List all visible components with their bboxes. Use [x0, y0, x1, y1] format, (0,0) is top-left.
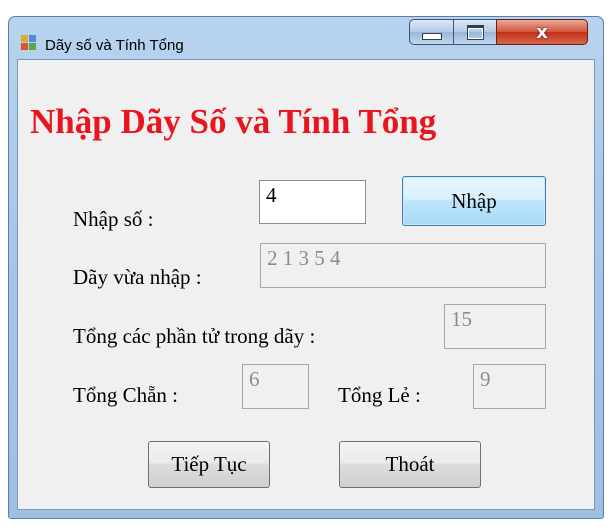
- total-label: Tổng các phần tử trong dãy :: [73, 324, 316, 348]
- form-heading: Nhập Dãy Số và Tính Tổng: [30, 102, 437, 141]
- minimize-icon: [421, 33, 442, 40]
- even-sum-field[interactable]: 6: [242, 364, 309, 409]
- sequence-label: Dãy vừa nhập :: [73, 265, 202, 289]
- minimize-button[interactable]: [409, 19, 454, 45]
- window-title: Dãy số và Tính Tổng: [45, 37, 184, 54]
- app-window: Dãy số và Tính Tổng x Nhập Dãy Số và Tín…: [8, 16, 604, 519]
- odd-label: Tổng Lẻ :: [338, 383, 421, 407]
- maximize-icon: [466, 24, 484, 40]
- sequence-field[interactable]: 2 1 3 5 4: [260, 243, 546, 288]
- maximize-button[interactable]: [453, 19, 497, 45]
- form-client-area: Nhập Dãy Số và Tính Tổng Nhập số : 4 Nhậ…: [17, 59, 595, 510]
- input-label: Nhập số :: [73, 207, 154, 231]
- odd-sum-field[interactable]: 9: [473, 364, 546, 409]
- exit-button[interactable]: Thoát: [339, 441, 481, 488]
- title-bar[interactable]: Dãy số và Tính Tổng x: [9, 17, 603, 59]
- continue-button[interactable]: Tiếp Tục: [148, 441, 270, 488]
- number-input[interactable]: 4: [259, 180, 366, 224]
- close-button[interactable]: x: [496, 19, 588, 45]
- app-icon: [21, 35, 37, 51]
- enter-button[interactable]: Nhập: [402, 176, 546, 226]
- close-icon: x: [536, 21, 548, 43]
- total-field[interactable]: 15: [444, 304, 546, 349]
- even-label: Tổng Chẵn :: [73, 383, 178, 407]
